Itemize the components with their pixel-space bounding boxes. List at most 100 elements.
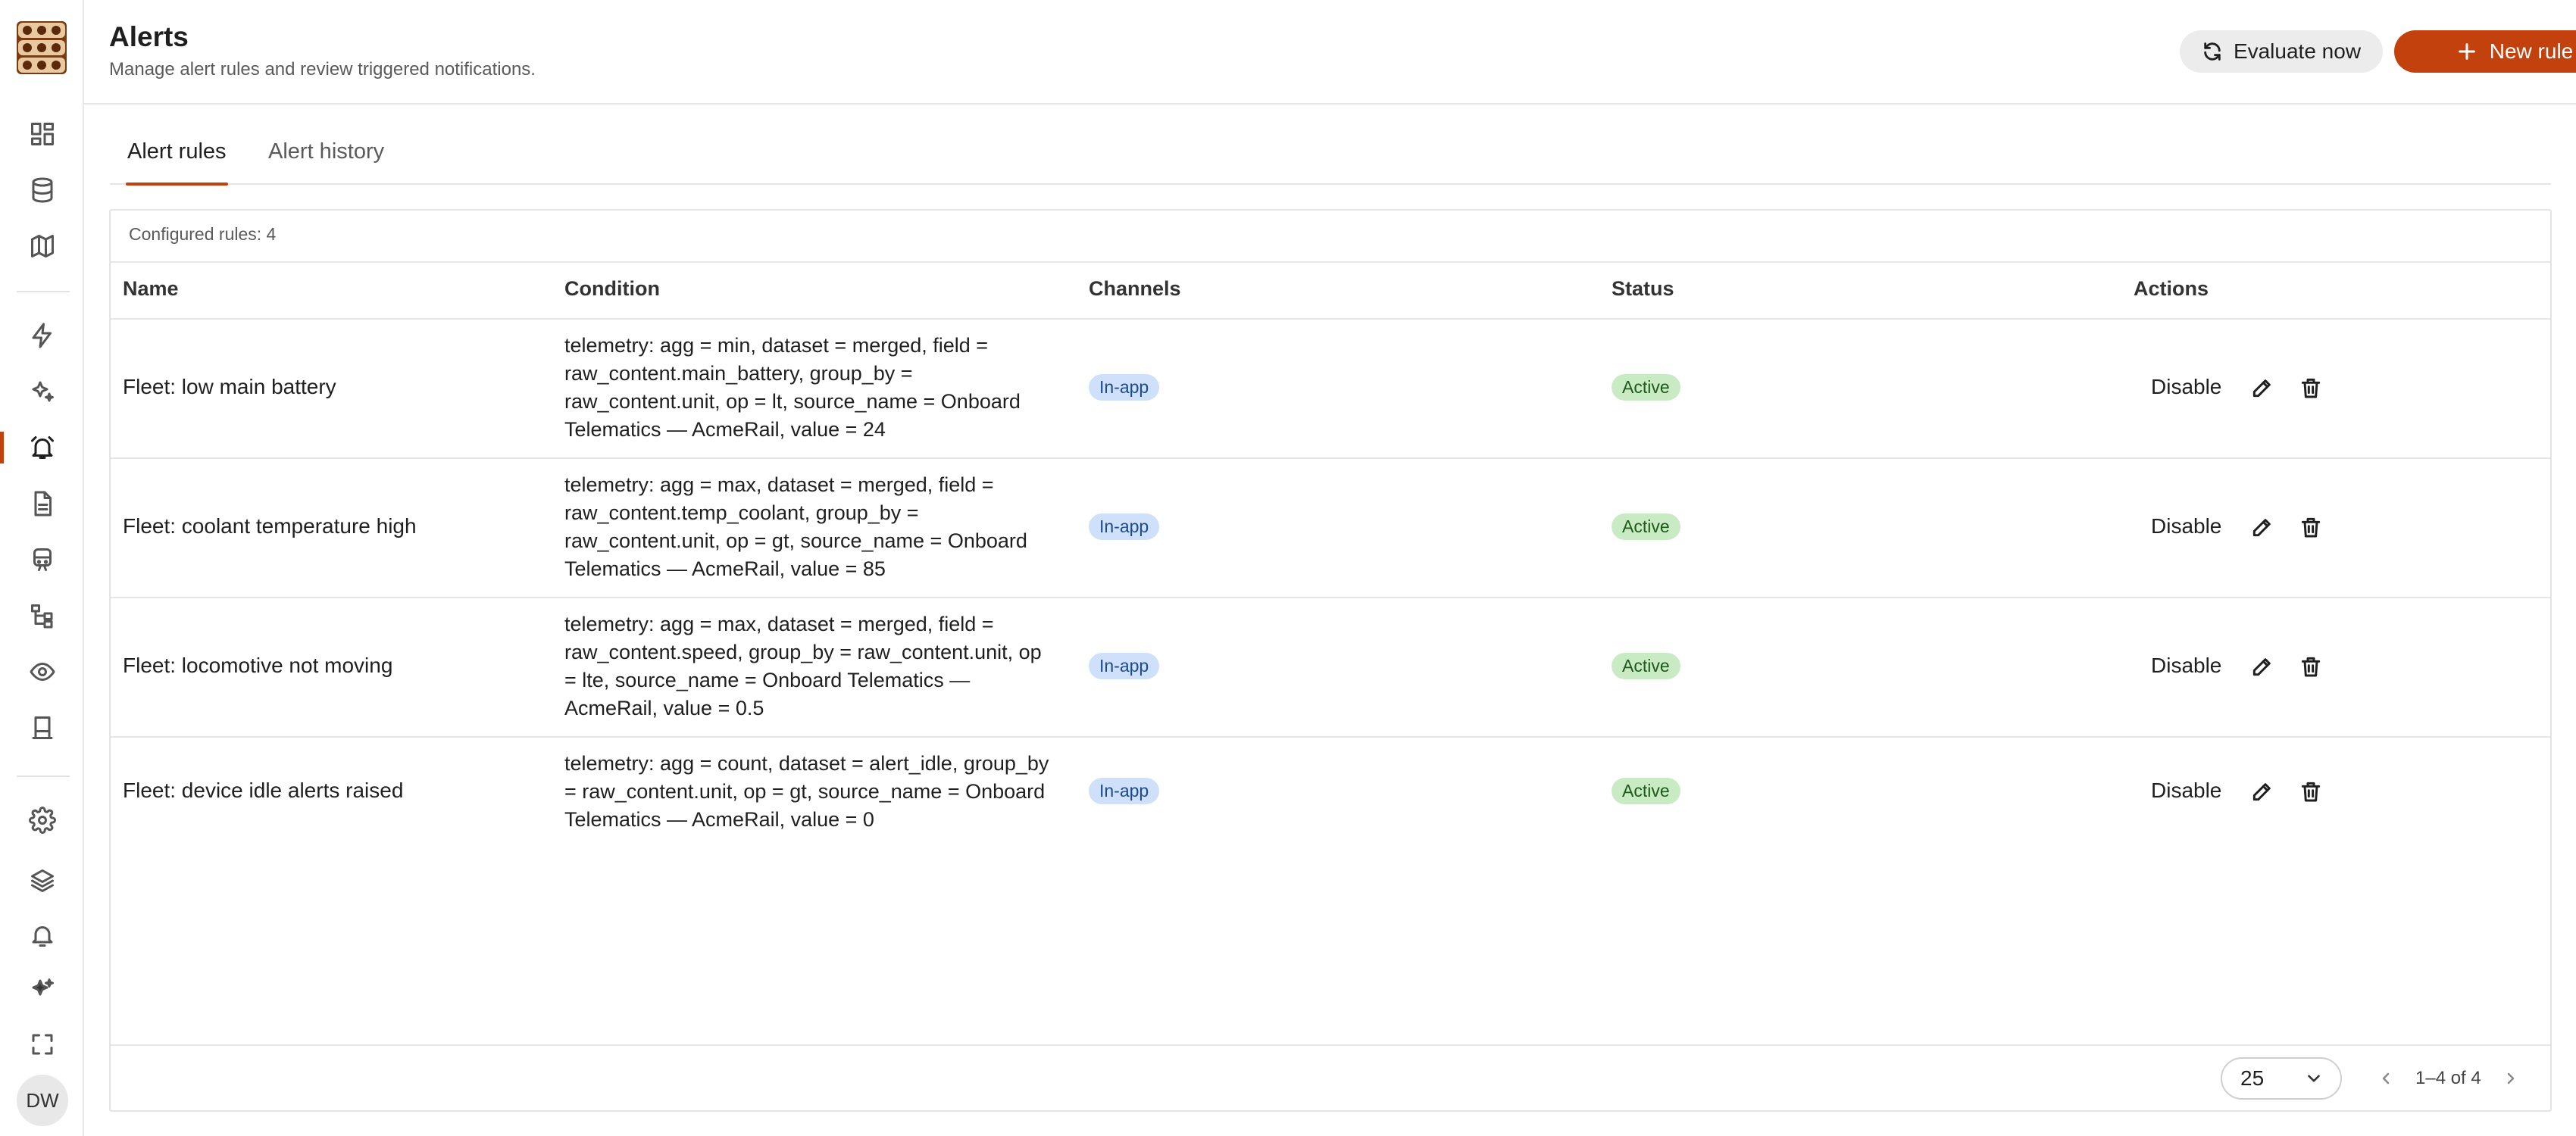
column-header-status[interactable]: Status — [1612, 277, 1674, 301]
nav-ai[interactable] — [0, 368, 84, 415]
database-icon — [32, 177, 52, 203]
report-icon — [32, 716, 52, 739]
chevron-down-icon — [2308, 1075, 2320, 1082]
layers-icon — [30, 869, 54, 892]
status-badge: Active — [1612, 374, 1680, 401]
pagination-range: 1–4 of 4 — [2415, 1068, 2481, 1088]
delete-button[interactable] — [2299, 779, 2323, 804]
map-icon — [30, 235, 54, 257]
chevron-right-icon — [2507, 1072, 2515, 1085]
workflow-icon — [30, 604, 52, 629]
tab-alert-history[interactable]: Alert history — [268, 139, 384, 184]
rule-name[interactable]: Fleet: coolant temperature high — [123, 514, 417, 538]
refresh-icon — [2204, 42, 2221, 61]
column-header-actions: Actions — [2134, 277, 2209, 300]
nav-data[interactable] — [0, 167, 84, 214]
table-row[interactable]: Fleet: coolant temperature high telemetr… — [111, 459, 2550, 598]
delete-button[interactable] — [2299, 515, 2323, 539]
sparkles-icon — [32, 381, 54, 402]
nav-map[interactable] — [0, 223, 84, 270]
chevron-left-icon — [2382, 1072, 2390, 1085]
rule-name[interactable]: Fleet: locomotive not moving — [123, 654, 392, 678]
new-rule-button[interactable]: New rule — [2394, 30, 2576, 73]
edit-button[interactable] — [2250, 515, 2274, 539]
new-rule-label: New rule — [2489, 39, 2574, 63]
lightning-icon — [32, 323, 52, 348]
edit-button[interactable] — [2250, 654, 2274, 679]
alerts-tabs: Alert rules Alert history — [110, 127, 2551, 186]
next-page-button[interactable] — [2499, 1066, 2523, 1091]
trash-icon — [2301, 517, 2321, 538]
nav-fleet[interactable] — [0, 536, 84, 583]
trash-icon — [2301, 378, 2321, 398]
status-badge: Active — [1612, 513, 1680, 540]
pencil-icon — [2252, 783, 2271, 801]
divider — [111, 1044, 2550, 1046]
nav-fullscreen[interactable] — [0, 1021, 84, 1068]
channel-badge: In-app — [1089, 513, 1160, 540]
trash-icon — [2301, 657, 2321, 677]
dashboard-icon — [30, 123, 54, 145]
nav-alerts[interactable] — [0, 424, 84, 471]
channel-badge: In-app — [1089, 778, 1160, 804]
rule-condition: telemetry: agg = max, dataset = merged, … — [564, 473, 1027, 580]
nav-notifications[interactable] — [0, 912, 84, 959]
divider — [111, 261, 2550, 263]
rule-count: Configured rules: 4 — [129, 224, 277, 244]
eye-icon — [30, 663, 55, 681]
table-row[interactable]: Fleet: locomotive not moving telemetry: … — [111, 598, 2550, 738]
channel-badge: In-app — [1089, 653, 1160, 679]
sidebar: DW — [0, 0, 84, 1136]
evaluate-now-label: Evaluate now — [2233, 39, 2362, 63]
nav-layers[interactable] — [0, 857, 84, 904]
table-row[interactable]: Fleet: device idle alerts raised telemet… — [111, 738, 2550, 847]
sidebar-divider — [17, 776, 70, 777]
rule-condition: telemetry: agg = count, dataset = alert_… — [564, 752, 1049, 831]
fullscreen-icon — [32, 1034, 52, 1055]
nav-dashboard[interactable] — [0, 111, 84, 158]
disable-button[interactable]: Disable — [2151, 654, 2221, 678]
sidebar-divider — [17, 291, 70, 292]
nav-monitor[interactable] — [0, 648, 84, 695]
train-icon — [33, 548, 52, 571]
previous-page-button[interactable] — [2374, 1066, 2398, 1091]
sparkle-icon — [32, 978, 54, 996]
delete-button[interactable] — [2299, 376, 2323, 400]
rules-table-card: Configured rules: 4 Name Condition Chann… — [109, 209, 2552, 1112]
column-header-condition[interactable]: Condition — [564, 277, 660, 301]
disable-button[interactable]: Disable — [2151, 779, 2221, 803]
tab-alert-rules[interactable]: Alert rules — [126, 139, 228, 186]
evaluate-now-button[interactable]: Evaluate now — [2180, 30, 2383, 73]
app-logo[interactable] — [17, 21, 67, 74]
page-size-select[interactable]: 25 — [2221, 1057, 2342, 1100]
edit-button[interactable] — [2250, 779, 2274, 804]
rule-name[interactable]: Fleet: low main battery — [123, 375, 336, 399]
table-row[interactable]: Fleet: low main battery telemetry: agg =… — [111, 320, 2550, 459]
page-title: Alerts — [109, 21, 189, 52]
nav-settings[interactable] — [0, 797, 84, 844]
column-header-name[interactable]: Name — [123, 277, 179, 301]
nav-assistant[interactable] — [0, 966, 84, 1013]
delete-button[interactable] — [2299, 654, 2323, 679]
bell-icon — [32, 926, 52, 947]
plus-icon — [2458, 43, 2475, 60]
page-subtitle: Manage alert rules and review triggered … — [109, 59, 536, 80]
alarm-icon — [30, 436, 54, 459]
rule-condition: telemetry: agg = min, dataset = merged, … — [564, 334, 1021, 441]
channel-badge: In-app — [1089, 374, 1160, 401]
pencil-icon — [2252, 379, 2271, 398]
disable-button[interactable]: Disable — [2151, 375, 2221, 399]
rule-name[interactable]: Fleet: device idle alerts raised — [123, 779, 403, 803]
avatar[interactable]: DW — [17, 1075, 68, 1126]
gear-icon — [28, 807, 56, 834]
status-badge: Active — [1612, 778, 1680, 804]
nav-workflows[interactable] — [0, 592, 84, 639]
disable-button[interactable]: Disable — [2151, 514, 2221, 538]
edit-button[interactable] — [2250, 376, 2274, 400]
column-header-channels[interactable]: Channels — [1089, 277, 1181, 301]
nav-automations[interactable] — [0, 312, 84, 359]
nav-reports[interactable] — [0, 704, 84, 751]
document-icon — [34, 491, 52, 517]
page-size-value: 25 — [2240, 1066, 2265, 1090]
nav-documents[interactable] — [0, 480, 84, 527]
